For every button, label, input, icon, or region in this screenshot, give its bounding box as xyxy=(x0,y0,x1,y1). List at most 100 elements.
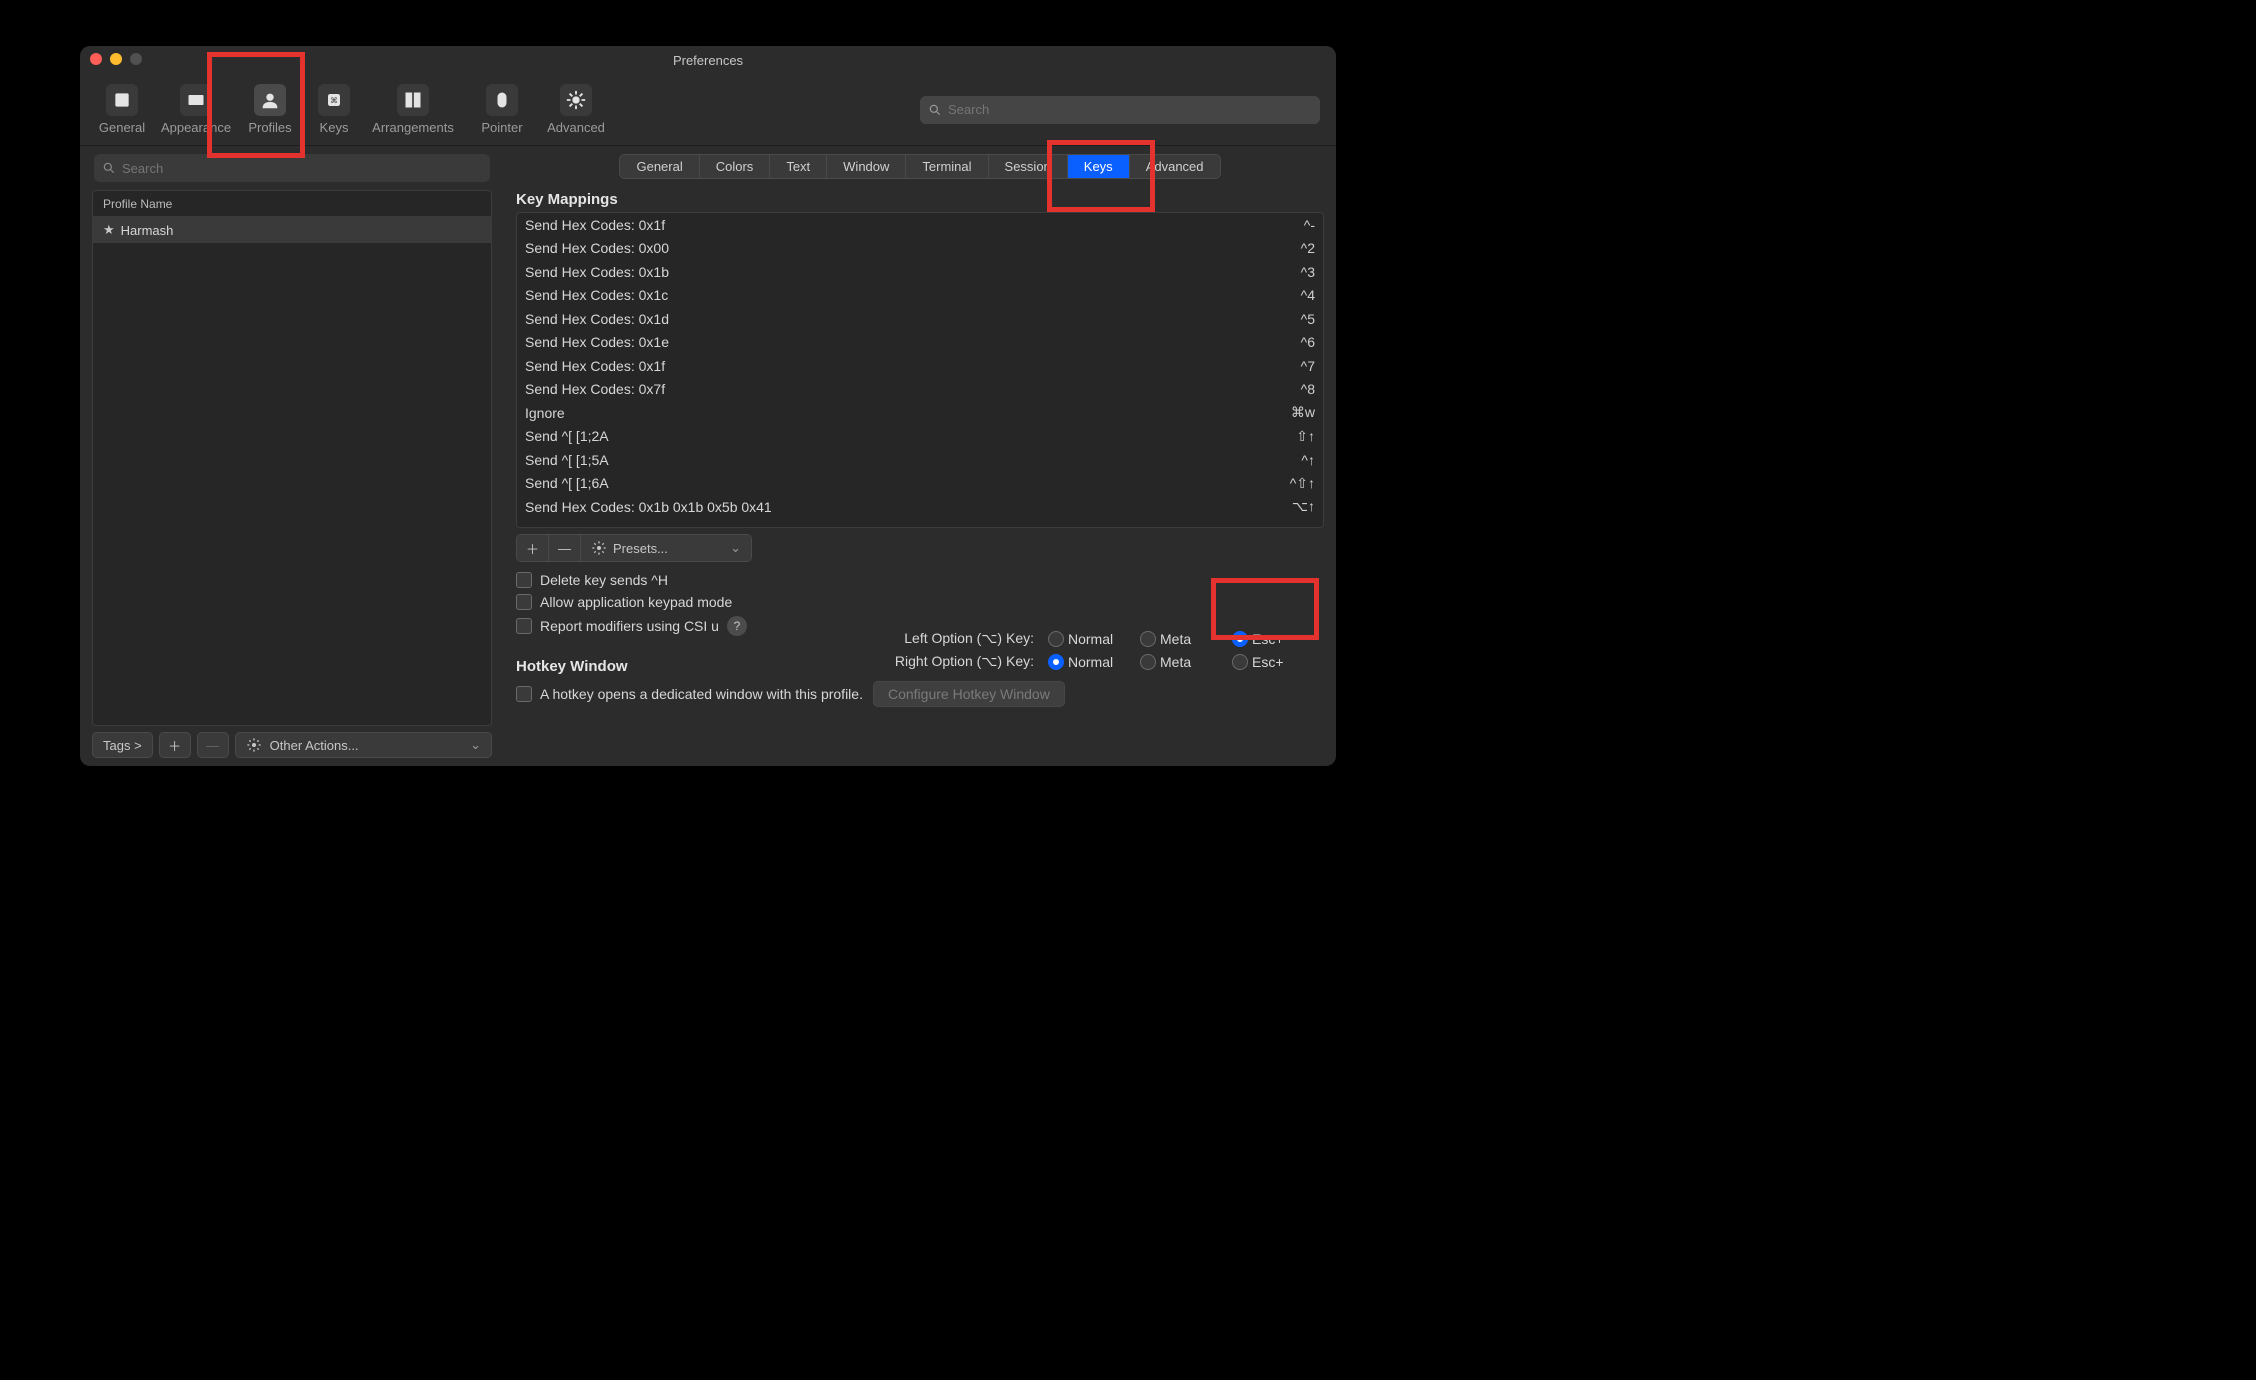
mapping-row[interactable]: Send Hex Codes: 0x7f^8 xyxy=(517,378,1323,402)
appearance-icon xyxy=(180,84,212,116)
toolbar-pointer[interactable]: Pointer xyxy=(468,84,536,135)
general-icon xyxy=(106,84,138,116)
hotkey-checkbox[interactable]: A hotkey opens a dedicated window with t… xyxy=(516,686,863,702)
mapping-row[interactable]: Send ^[ [1;5A^↑ xyxy=(517,448,1323,472)
preferences-window: Preferences General Appearance Profiles … xyxy=(80,46,1336,766)
right-option-normal[interactable]: Normal xyxy=(1048,654,1132,670)
checkbox-label: A hotkey opens a dedicated window with t… xyxy=(540,686,863,702)
gear-icon xyxy=(246,737,262,753)
toolbar-label: Arrangements xyxy=(372,120,454,135)
checkbox-icon xyxy=(516,686,532,702)
toolbar-appearance[interactable]: Appearance xyxy=(162,84,230,135)
tab-advanced[interactable]: Advanced xyxy=(1130,155,1220,178)
mapping-action: Send Hex Codes: 0x1c xyxy=(525,287,668,303)
window-title: Preferences xyxy=(673,53,743,68)
radio-icon xyxy=(1048,654,1064,670)
tab-keys[interactable]: Keys xyxy=(1068,155,1130,178)
presets-group: ＋ — Presets... ⌄ xyxy=(516,534,752,562)
toolbar-advanced[interactable]: Advanced xyxy=(542,84,610,135)
key-checkboxes: Delete key sends ^H Allow application ke… xyxy=(516,572,1324,636)
minimize-window-button[interactable] xyxy=(110,53,122,65)
radio-icon xyxy=(1048,631,1064,647)
radio-label: Meta xyxy=(1160,654,1191,670)
radio-icon xyxy=(1232,631,1248,647)
search-icon xyxy=(928,103,942,117)
remove-mapping-button[interactable]: — xyxy=(549,535,581,561)
profile-search[interactable] xyxy=(94,154,490,182)
mapping-action: Send Hex Codes: 0x1b xyxy=(525,264,669,280)
left-option-meta[interactable]: Meta xyxy=(1140,631,1224,647)
mapping-action: Send Hex Codes: 0x7f xyxy=(525,381,665,397)
mapping-shortcut: ^6 xyxy=(1301,334,1315,350)
key-mappings-list[interactable]: Send Hex Codes: 0x1f^-Send Hex Codes: 0x… xyxy=(516,212,1324,528)
mapping-row[interactable]: Send Hex Codes: 0x00^2 xyxy=(517,237,1323,261)
allow-keypad-checkbox[interactable]: Allow application keypad mode xyxy=(516,594,1324,610)
checkbox-label: Allow application keypad mode xyxy=(540,594,732,610)
tab-terminal[interactable]: Terminal xyxy=(906,155,988,178)
profile-table-header[interactable]: Profile Name xyxy=(93,191,491,217)
other-actions-dropdown[interactable]: Other Actions... ⌄ xyxy=(235,732,492,758)
key-mappings-heading: Key Mappings xyxy=(516,191,1324,208)
delete-sends-h-checkbox[interactable]: Delete key sends ^H xyxy=(516,572,1324,588)
mapping-row[interactable]: Send Hex Codes: 0x1f^- xyxy=(517,213,1323,237)
radio-label: Esc+ xyxy=(1252,654,1284,670)
mapping-shortcut: ^2 xyxy=(1301,240,1315,256)
remove-profile-button[interactable]: — xyxy=(197,732,229,758)
profile-search-input[interactable] xyxy=(122,161,482,176)
add-profile-button[interactable]: ＋ xyxy=(159,732,191,758)
checkbox-icon xyxy=(516,618,532,634)
toolbar-label: Appearance xyxy=(161,120,231,135)
tags-button[interactable]: Tags > xyxy=(92,732,153,758)
tab-colors[interactable]: Colors xyxy=(700,155,771,178)
mapping-row[interactable]: Send ^[ [1;6A^⇧↑ xyxy=(517,472,1323,496)
zoom-window-button[interactable] xyxy=(130,53,142,65)
arrangements-icon xyxy=(397,84,429,116)
tags-label: Tags > xyxy=(103,738,142,753)
left-option-escplus[interactable]: Esc+ xyxy=(1232,631,1316,647)
right-option-row: Right Option (⌥) Key: Normal Meta Esc+ xyxy=(856,653,1316,670)
tab-general[interactable]: General xyxy=(620,155,699,178)
toolbar-arrangements[interactable]: Arrangements xyxy=(364,84,462,135)
window-controls xyxy=(90,53,142,65)
profile-row[interactable]: ★ Harmash xyxy=(93,217,491,243)
mapping-action: Send Hex Codes: 0x1e xyxy=(525,334,669,350)
help-icon[interactable]: ? xyxy=(727,616,747,636)
mapping-row[interactable]: Ignore⌘w xyxy=(517,401,1323,425)
mapping-row[interactable]: Send ^[ [1;2A⇧↑ xyxy=(517,425,1323,449)
advanced-icon xyxy=(560,84,592,116)
sidebar: Profile Name ★ Harmash Tags > ＋ — Other … xyxy=(90,146,498,766)
profile-name: Harmash xyxy=(121,223,174,238)
presets-dropdown[interactable]: Presets... ⌄ xyxy=(581,535,751,561)
toolbar-label: Pointer xyxy=(481,120,522,135)
mapping-row[interactable]: Send Hex Codes: 0x1e ^6 xyxy=(517,331,1323,355)
close-window-button[interactable] xyxy=(90,53,102,65)
tab-window[interactable]: Window xyxy=(827,155,906,178)
tab-session[interactable]: Session xyxy=(989,155,1068,178)
mapping-row[interactable]: Send Hex Codes: 0x1c^4 xyxy=(517,284,1323,308)
toolbar-search-input[interactable] xyxy=(948,102,1312,117)
mapping-shortcut: ^5 xyxy=(1301,311,1315,327)
left-option-normal[interactable]: Normal xyxy=(1048,631,1132,647)
toolbar-search[interactable] xyxy=(920,96,1320,124)
mapping-row[interactable]: Send Hex Codes: 0x1b^3 xyxy=(517,260,1323,284)
option-key-radios: Left Option (⌥) Key: Normal Meta Esc+ Ri… xyxy=(856,630,1316,670)
checkbox-label: Delete key sends ^H xyxy=(540,572,668,588)
mapping-row[interactable]: Send Hex Codes: 0x1b 0x1b 0x5b 0x41⌥↑ xyxy=(517,495,1323,519)
checkbox-icon xyxy=(516,594,532,610)
radio-icon xyxy=(1232,654,1248,670)
add-mapping-button[interactable]: ＋ xyxy=(517,535,549,561)
right-option-meta[interactable]: Meta xyxy=(1140,654,1224,670)
toolbar-keys[interactable]: ⌘ Keys xyxy=(310,84,358,135)
mapping-controls: ＋ — Presets... ⌄ xyxy=(516,534,1324,562)
mapping-row[interactable]: Send Hex Codes: 0x1f^7 xyxy=(517,354,1323,378)
radio-label: Meta xyxy=(1160,631,1191,647)
mapping-row[interactable]: Send Hex Codes: 0x1d ^5 xyxy=(517,307,1323,331)
button-label: Configure Hotkey Window xyxy=(888,686,1050,702)
mapping-action: Ignore xyxy=(525,405,565,421)
tab-text[interactable]: Text xyxy=(770,155,827,178)
toolbar-profiles[interactable]: Profiles xyxy=(236,84,304,135)
toolbar-general[interactable]: General xyxy=(88,84,156,135)
radio-icon xyxy=(1140,654,1156,670)
mapping-action: Send Hex Codes: 0x1d xyxy=(525,311,669,327)
right-option-escplus[interactable]: Esc+ xyxy=(1232,654,1316,670)
